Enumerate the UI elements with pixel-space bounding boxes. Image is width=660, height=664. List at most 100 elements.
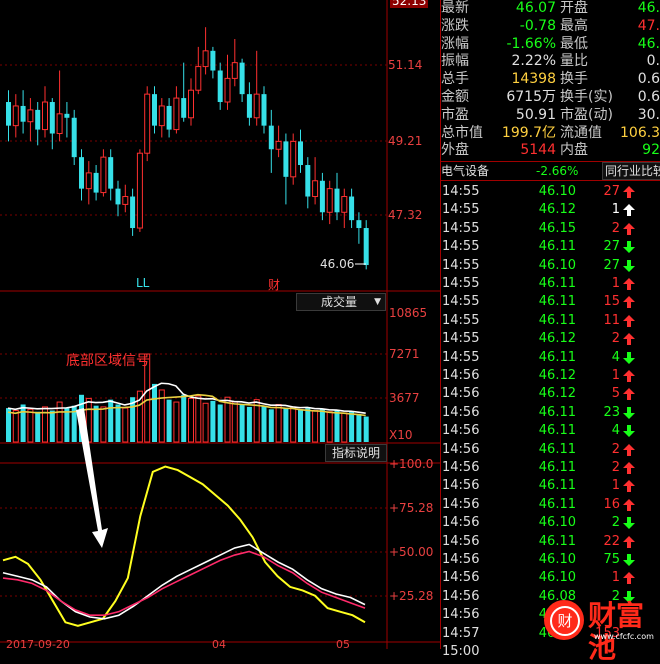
indicator-help-button[interactable]: 指标说明: [325, 444, 388, 462]
indicator-label: +100.0: [389, 457, 434, 471]
quote-label: 最新: [441, 0, 469, 16]
quote-label: 涨幅: [441, 35, 469, 52]
tick-row: 14:56 46.11 2: [440, 459, 660, 477]
volume-bar: [246, 406, 252, 442]
tick-volume: 27: [603, 239, 620, 255]
volume-bar: [268, 409, 274, 442]
candle: [6, 90, 11, 142]
candle: [253, 50, 260, 126]
arrow-up-icon: [623, 296, 635, 309]
tick-time: 14:56: [442, 386, 480, 402]
quote-value: -0.78: [519, 17, 556, 34]
tick-price: 46.11: [538, 349, 576, 365]
tick-price: 46.10: [538, 570, 576, 586]
arrow-up-icon: [623, 370, 635, 382]
quote-value: 50.91: [515, 106, 556, 123]
volume-bar: [231, 401, 238, 443]
tick-row: 14:56 46.11 16: [440, 496, 660, 514]
stock-chart[interactable]: [0, 0, 440, 649]
candle: [20, 90, 26, 134]
candle: [100, 149, 107, 197]
quote-label: 最低: [560, 35, 588, 52]
candle: [71, 109, 77, 166]
quote-label: 换手: [560, 71, 588, 88]
tick-time: 14:56: [442, 460, 480, 475]
volume-indicator-label: 成交量: [321, 295, 358, 309]
indicator-label: +75.28: [389, 501, 434, 515]
candle: [202, 27, 209, 75]
tick-row: 14:55 46.10 27: [440, 183, 660, 201]
sector-compare-button[interactable]: 同行业比较: [602, 162, 660, 180]
tick-price: 46.12: [538, 386, 576, 402]
volume-bar: [356, 414, 362, 442]
quote-value: 46.: [637, 35, 660, 52]
tick-volume: 2: [611, 460, 620, 475]
tick-volume: 15: [603, 294, 620, 310]
sector-name[interactable]: 电气设备: [441, 162, 489, 180]
tick-volume: 1: [611, 202, 620, 218]
candle: [85, 161, 92, 205]
tick-row: 14:56 46.10 2: [440, 514, 660, 532]
candle: [210, 46, 216, 79]
quote-value: 5144: [520, 142, 556, 159]
candle: [130, 188, 136, 236]
tick-row: 14:55 46.11 27: [440, 238, 660, 256]
tick-price: 46.11: [538, 441, 576, 457]
tick-price: 46.11: [538, 312, 576, 328]
kdj-line-j: [2, 465, 366, 627]
volume-label: 3677: [389, 391, 420, 405]
arrow-up-icon: [623, 443, 635, 456]
quote-value: 2.22%: [511, 53, 556, 70]
candle: [79, 149, 84, 201]
quote-label: 内盘: [560, 142, 588, 159]
volume-bar: [64, 408, 70, 442]
tick-row: 14:55 46.11 11: [440, 312, 660, 330]
arrow-up-icon: [623, 333, 635, 346]
quote-label: 流通值: [560, 124, 602, 141]
tick-row: 14:56 46.10 1: [440, 569, 660, 587]
candle: [217, 62, 223, 110]
quote-label: 涨跌: [441, 17, 469, 34]
volume-bar: [275, 403, 282, 443]
volume-bar: [341, 412, 348, 443]
tick-price: 46.11: [538, 276, 576, 291]
price-label: 49.21: [388, 134, 423, 148]
tick-row: 14:55 46.11 15: [440, 293, 660, 311]
candle: [56, 70, 63, 142]
logo-circle-icon: 财: [544, 600, 584, 640]
volume-bar: [122, 407, 129, 443]
tick-row: 14:56 46.11 4: [440, 422, 660, 440]
tick-time: 14:55: [442, 276, 480, 291]
logo-inner-icon: 财: [550, 606, 580, 636]
candle: [239, 58, 245, 103]
volume-indicator-dropdown[interactable]: 成交量 ▼: [296, 293, 386, 311]
tick-time: 14:55: [442, 331, 480, 347]
volume-bar: [188, 397, 194, 443]
candle: [363, 220, 369, 270]
volume-bar: [349, 411, 355, 442]
candle: [166, 98, 172, 138]
candle: [42, 86, 48, 138]
tick-price: 46.12: [538, 202, 576, 218]
candle: [334, 172, 340, 221]
arrow-up-icon: [623, 388, 635, 401]
candle: [181, 62, 187, 122]
volume-bar: [298, 409, 303, 442]
arrow-up-icon: [623, 572, 635, 585]
tick-volume: 4: [611, 349, 620, 365]
tick-volume: 75: [603, 552, 620, 567]
volume-bar: [326, 411, 333, 443]
candle: [49, 98, 55, 150]
volume-bar: [195, 395, 202, 443]
volume-bar: [181, 394, 187, 442]
quote-value: 6715万: [506, 89, 556, 105]
kdj-line-d: [2, 550, 366, 617]
candle: [275, 125, 282, 158]
tick-volume: 5: [611, 386, 620, 402]
quote-value: 92: [642, 142, 660, 159]
tick-time: 14:56: [442, 404, 480, 420]
arrow-up-icon: [623, 462, 635, 474]
arrow-down-icon: [623, 351, 635, 364]
volume-bar: [12, 410, 19, 443]
quote-panel: 最新 46.07 开盘 46. 涨跌 -0.78 最高 47. 涨幅 -1.66% 最低 46. 振幅 2…: [440, 0, 660, 664]
